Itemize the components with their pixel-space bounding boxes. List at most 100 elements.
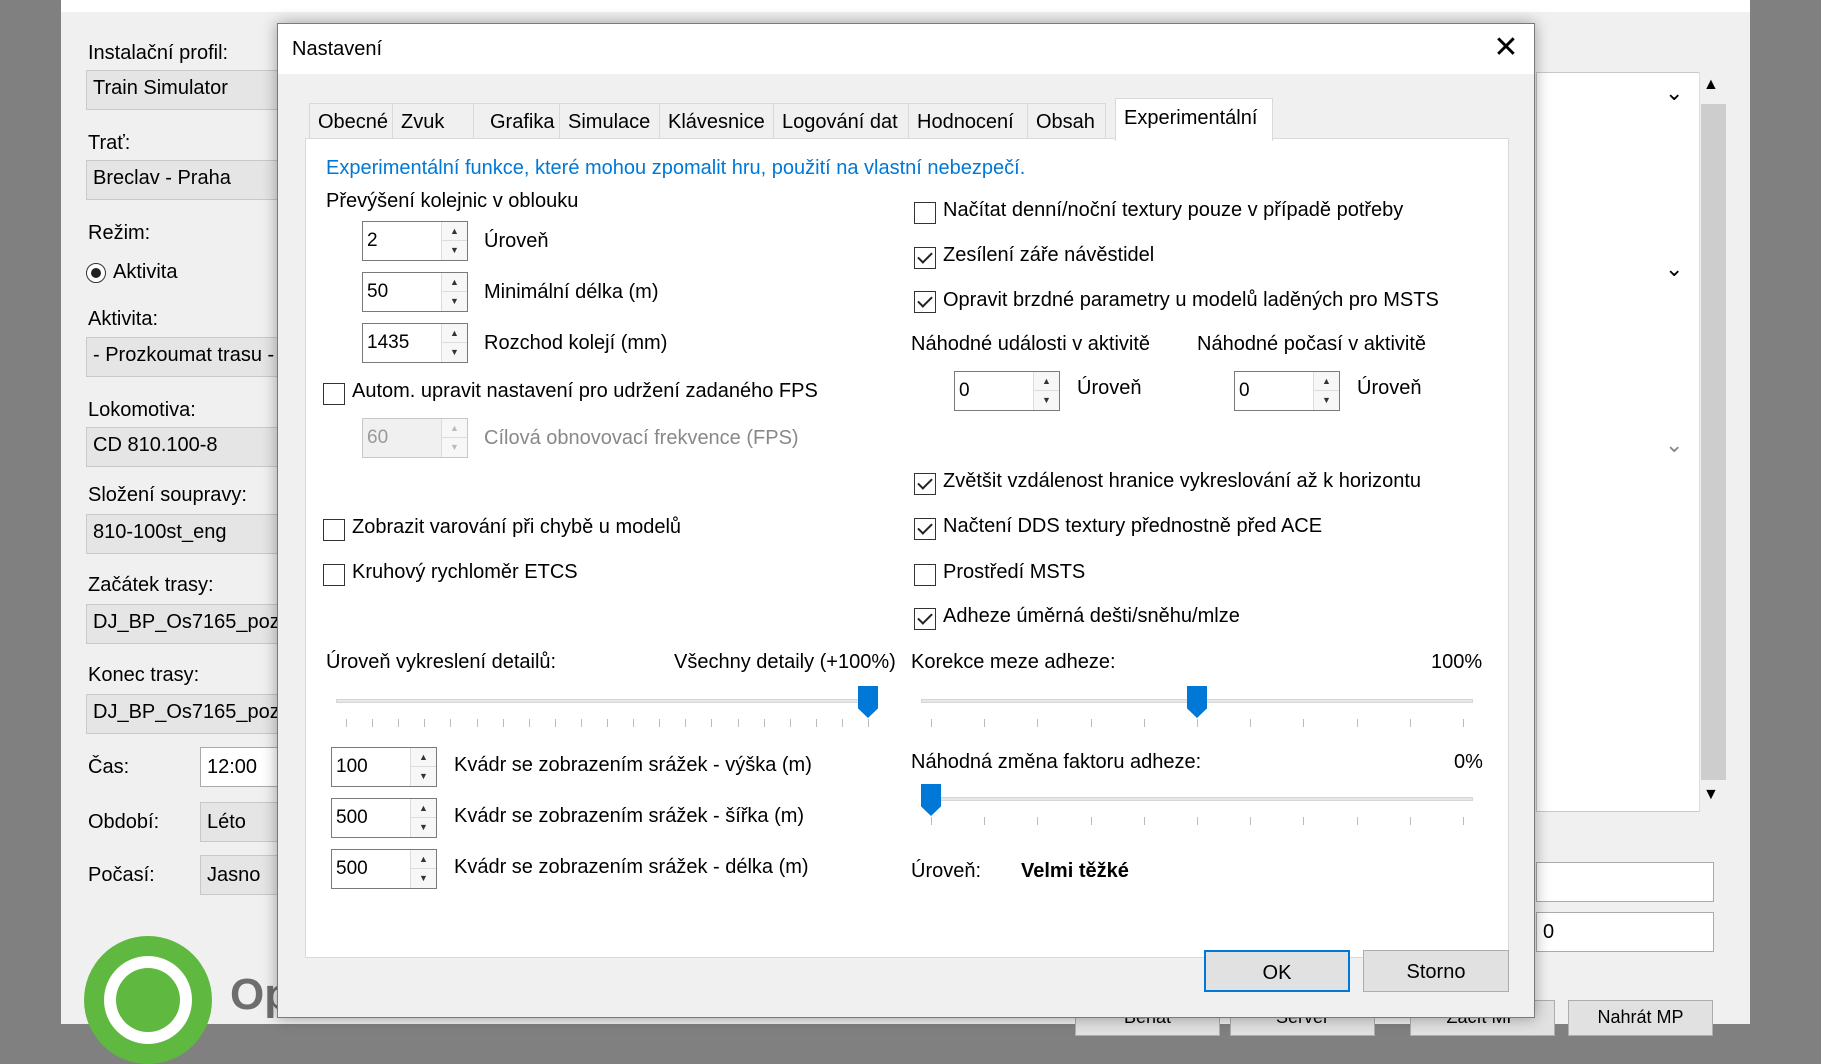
slider-tick [737,719,739,727]
stepper-down-icon[interactable]: ▼ [442,438,467,457]
min-length-stepper[interactable]: 50 ▲ ▼ [362,272,468,312]
stepper-down-icon[interactable]: ▼ [411,869,436,888]
extend-horizon-label: Zvětšit vzdálenost hranice vykreslování … [943,470,1421,492]
msts-env-label: Prostředí MSTS [943,561,1086,583]
adhesion-limit-slider-ticks [931,719,1464,727]
fix-brakes-checkbox[interactable] [914,291,936,313]
tab-evaluation[interactable]: Hodnocení [908,103,1028,139]
mp-user-input[interactable] [1536,862,1714,902]
stepper-arrows[interactable]: ▲ ▼ [1313,372,1339,410]
stepper-up-icon[interactable]: ▲ [442,419,467,438]
stepper-down-icon[interactable]: ▼ [411,767,436,786]
load-mp-button[interactable]: Nahrát MP [1568,1000,1713,1036]
superelevation-level-stepper[interactable]: 2 ▲ ▼ [362,221,468,261]
ok-button[interactable]: OK [1204,950,1350,992]
slider-tick [346,719,347,727]
stepper-up-icon[interactable]: ▲ [442,324,467,343]
extend-horizon-checkbox[interactable] [914,473,936,495]
load-day-night-checkbox[interactable] [914,202,936,224]
scroll-down-icon[interactable]: ▼ [1703,786,1719,804]
stepper-down-icon[interactable]: ▼ [1314,391,1339,410]
stepper-down-icon[interactable]: ▼ [411,818,436,837]
stepper-arrows[interactable]: ▲ ▼ [441,419,467,457]
tab-content[interactable]: Obsah [1027,103,1106,139]
end-select[interactable]: DJ_BP_Os7165_pozice [86,694,306,734]
tab-simulation[interactable]: Simulace [559,103,660,139]
precip-height-stepper[interactable]: 100 ▲ ▼ [331,747,437,787]
target-fps-stepper[interactable]: 60 ▲ ▼ [362,418,468,458]
precip-width-stepper[interactable]: 500 ▲ ▼ [331,798,437,838]
tab-experimental[interactable]: Experimentální [1115,98,1273,141]
chevron-down-icon[interactable]: ⌄ [1665,80,1683,106]
precip-height-label: Kvádr se zobrazením srážek - výška (m) [454,754,812,776]
stepper-up-icon[interactable]: ▲ [1314,372,1339,391]
adhesion-random-slider-track[interactable] [921,797,1473,801]
time-label: Čas: [88,756,130,778]
route-select[interactable]: Breclav - Praha [86,160,306,200]
close-icon[interactable]: ✕ [1486,30,1526,68]
tab-keyboard[interactable]: Klávesnice [659,103,774,139]
lod-slider-track[interactable] [336,699,878,703]
slider-tick [931,817,932,825]
random-weather-unit: Úroveň [1357,377,1422,399]
consist-select[interactable]: 810-100st_eng [86,514,306,554]
slider-tick [1303,719,1305,727]
tab-graphics[interactable]: Grafika [473,103,560,139]
auto-fps-checkbox[interactable] [323,383,345,405]
slider-tick [1463,719,1464,727]
cancel-button[interactable]: Storno [1363,950,1509,992]
stepper-arrows[interactable]: ▲ ▼ [410,799,436,837]
scrollbar-thumb[interactable] [1701,104,1726,780]
stepper-arrows[interactable]: ▲ ▼ [441,222,467,260]
chevron-down-icon[interactable]: ⌄ [1665,432,1683,458]
gauge-stepper[interactable]: 1435 ▲ ▼ [362,323,468,363]
stepper-up-icon[interactable]: ▲ [411,799,436,818]
slider-tick [841,719,843,727]
stepper-arrows[interactable]: ▲ ▼ [410,850,436,888]
random-events-stepper[interactable]: 0 ▲ ▼ [954,371,1060,411]
activity-label: Aktivita: [88,308,159,330]
slider-tick [1143,719,1145,727]
random-events-label: Náhodné události v aktivitě [911,333,1151,355]
start-select[interactable]: DJ_BP_Os7165_pozice [86,604,306,644]
stepper-up-icon[interactable]: ▲ [1034,372,1059,391]
stepper-arrows[interactable]: ▲ ▼ [441,324,467,362]
adhesion-limit-label: Korekce meze adheze: [911,651,1116,673]
stepper-arrows[interactable]: ▲ ▼ [1033,372,1059,410]
random-events-value: 0 [959,380,970,401]
precip-length-stepper[interactable]: 500 ▲ ▼ [331,849,437,889]
slider-tick [1090,817,1092,825]
dds-textures-checkbox[interactable] [914,518,936,540]
stepper-up-icon[interactable]: ▲ [442,222,467,241]
slider-tick [868,719,869,727]
profile-select[interactable]: Train Simulator [86,70,306,110]
stepper-up-icon[interactable]: ▲ [442,273,467,292]
show-model-errors-checkbox[interactable] [323,519,345,541]
stepper-up-icon[interactable]: ▲ [411,748,436,767]
stepper-arrows[interactable]: ▲ ▼ [441,273,467,311]
dialog-titlebar [278,24,1534,74]
activity-select[interactable]: - Prozkoumat trasu - [86,337,306,377]
tab-sound[interactable]: Zvuk [392,103,474,139]
adhesion-weather-checkbox[interactable] [914,608,936,630]
mp-host-input[interactable]: 0 [1536,912,1714,952]
scroll-up-icon[interactable]: ▲ [1703,76,1719,94]
chevron-down-icon[interactable]: ⌄ [1665,256,1683,282]
mode-radio[interactable] [86,263,106,283]
slider-tick [763,719,765,727]
tab-data-logging[interactable]: Logování dat [773,103,909,139]
etcs-speedometer-checkbox[interactable] [323,564,345,586]
random-weather-stepper[interactable]: 0 ▲ ▼ [1234,371,1340,411]
weather-label: Počasí: [88,864,155,886]
tab-general[interactable]: Obecné [309,103,393,139]
stepper-down-icon[interactable]: ▼ [442,241,467,260]
loco-select[interactable]: CD 810.100-8 [86,427,306,467]
signal-glow-checkbox[interactable] [914,247,936,269]
stepper-arrows[interactable]: ▲ ▼ [410,748,436,786]
msts-env-checkbox[interactable] [914,564,936,586]
slider-tick [1037,817,1039,825]
stepper-down-icon[interactable]: ▼ [1034,391,1059,410]
stepper-up-icon[interactable]: ▲ [411,850,436,869]
stepper-down-icon[interactable]: ▼ [442,292,467,311]
stepper-down-icon[interactable]: ▼ [442,343,467,362]
